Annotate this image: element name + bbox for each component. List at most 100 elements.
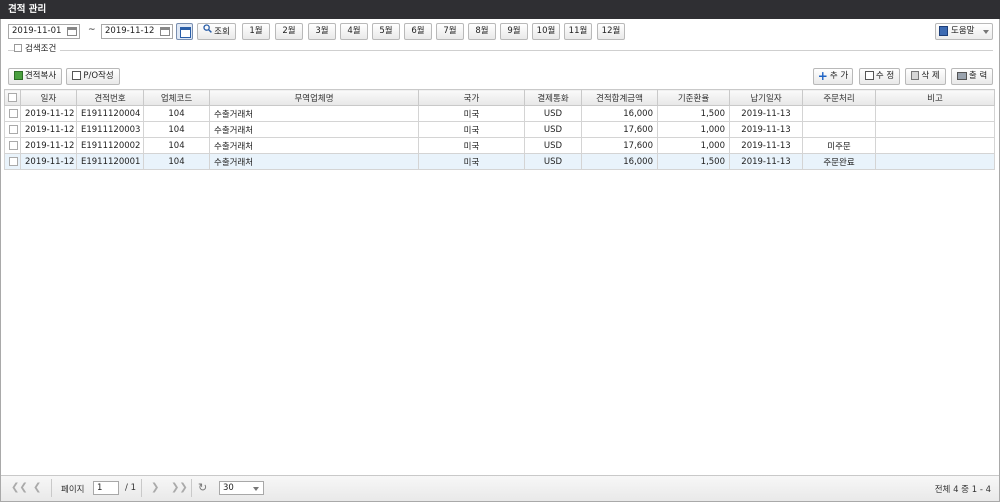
month-button-6[interactable]: 6월 [404,23,432,40]
last-page-icon[interactable]: ❯❯ [171,482,188,493]
cell-date: 2019-11-12 [20,121,77,138]
cell-remarks [875,121,995,138]
cell-estimate-no: E1911120001 [76,153,144,170]
cell-total-amount: 17,600 [581,121,658,138]
edit-button[interactable]: 수 정 [859,68,900,85]
next-page-icon[interactable]: ❯ [151,482,159,493]
cell-vendor-name: 수출거래처 [209,121,419,138]
cell-exchange-rate: 1,500 [657,153,730,170]
checkbox-icon[interactable] [9,125,18,134]
printer-icon [956,71,967,80]
row-select-cell[interactable] [4,137,21,154]
table-row[interactable]: 2019-11-12 E1911120004 104 수출거래처 미국 USD … [4,105,995,122]
table-row[interactable]: 2019-11-12 E1911120003 104 수출거래처 미국 USD … [4,121,995,138]
column-header[interactable]: 납기일자 [729,89,803,106]
month-button-1[interactable]: 1월 [242,23,270,40]
page-size-select[interactable]: 30 [219,481,264,495]
record-count-info: 전체 4 중 1 - 4 [934,485,991,495]
column-header[interactable]: 견적번호 [76,89,144,106]
cell-vendor-name: 수출거래처 [209,137,419,154]
table-row[interactable]: 2019-11-12 E1911120001 104 수출거래처 미국 USD … [4,153,995,170]
po-create-label: P/O작성 [83,71,114,81]
checkbox-icon[interactable] [9,157,18,166]
calendar-picker-button[interactable] [176,23,193,40]
po-create-button[interactable]: P/O작성 [66,68,120,85]
checkbox-icon[interactable] [14,44,22,52]
row-select-cell[interactable] [4,121,21,138]
column-header[interactable]: 일자 [20,89,77,106]
search-icon [203,24,213,39]
month-button-11[interactable]: 11월 [564,23,592,40]
month-button-7[interactable]: 7월 [436,23,464,40]
checkbox-icon[interactable] [9,141,18,150]
help-book-icon [939,25,948,36]
cell-vendor-code: 104 [143,153,210,170]
prev-page-icon[interactable]: ❮ [33,482,41,493]
cell-currency: USD [524,137,582,154]
help-dropdown[interactable]: 도움말 [935,23,993,40]
column-header[interactable]: 주문처리 [802,89,876,106]
search-condition-toggle[interactable]: 검색조건 [14,43,61,55]
month-button-4[interactable]: 4월 [340,23,368,40]
cell-country: 미국 [418,153,525,170]
estimate-grid: 일자 견적번호 업체코드 무역업체명 국가 결제통화 견적합계금액 기준환율 납… [4,89,995,170]
column-header[interactable]: 견적합계금액 [581,89,658,106]
refresh-icon[interactable]: ↻ [198,481,207,494]
cell-total-amount: 16,000 [581,105,658,122]
calendar-icon[interactable] [160,27,170,36]
cell-due-date: 2019-11-13 [729,137,803,154]
checkbox-icon[interactable] [8,93,17,102]
column-header[interactable]: 기준환율 [657,89,730,106]
cell-estimate-no: E1911120002 [76,137,144,154]
search-condition-label: 검색조건 [25,44,57,54]
month-button-12[interactable]: 12월 [597,23,625,40]
edit-icon [864,71,874,80]
checkbox-icon[interactable] [9,109,18,118]
pager-divider [141,479,142,497]
month-button-2[interactable]: 2월 [275,23,303,40]
cell-vendor-code: 104 [143,121,210,138]
month-button-8[interactable]: 8월 [468,23,496,40]
copy-estimate-button[interactable]: 견적복사 [8,68,62,85]
column-header[interactable]: 업체코드 [143,89,210,106]
cell-country: 미국 [418,121,525,138]
add-button[interactable]: + 추 가 [813,68,853,85]
edit-document-icon [72,71,82,80]
delete-button[interactable]: 삭 제 [905,68,946,85]
table-row[interactable]: 2019-11-12 E1911120002 104 수출거래처 미국 USD … [4,137,995,154]
column-header[interactable]: 비고 [875,89,995,106]
add-label: 추 가 [829,71,849,81]
cell-exchange-rate: 1,000 [657,121,730,138]
date-range-separator: ~ [88,25,96,35]
help-label: 도움말 [951,26,975,36]
cell-currency: USD [524,153,582,170]
month-button-3[interactable]: 3월 [308,23,336,40]
month-button-10[interactable]: 10월 [532,23,560,40]
cell-date: 2019-11-12 [20,153,77,170]
table-header-row: 일자 견적번호 업체코드 무역업체명 국가 결제통화 견적합계금액 기준환율 납… [4,89,995,106]
chevron-down-icon [253,487,259,491]
cell-vendor-name: 수출거래처 [209,105,419,122]
date-to-input[interactable]: 2019-11-12 [101,24,173,39]
row-select-cell[interactable] [4,105,21,122]
first-page-icon[interactable]: ❮❮ [11,482,28,493]
select-all-cell[interactable] [4,89,21,106]
cell-vendor-code: 104 [143,105,210,122]
search-button[interactable]: 조회 [197,23,236,40]
print-button[interactable]: 출 력 [951,68,993,85]
trash-icon [911,71,920,80]
column-header[interactable]: 국가 [418,89,525,106]
cell-currency: USD [524,121,582,138]
cell-due-date: 2019-11-13 [729,153,803,170]
date-from-input[interactable]: 2019-11-01 [8,24,80,39]
cell-order-status [802,105,876,122]
calendar-icon[interactable] [67,27,77,36]
month-button-9[interactable]: 9월 [500,23,528,40]
column-header[interactable]: 무역업체명 [209,89,419,106]
page-number-input[interactable]: 1 [93,481,119,495]
plus-icon: + [817,68,828,83]
window-title: 견적 관리 [0,0,1000,19]
row-select-cell[interactable] [4,153,21,170]
column-header[interactable]: 결제통화 [524,89,582,106]
month-button-5[interactable]: 5월 [372,23,400,40]
